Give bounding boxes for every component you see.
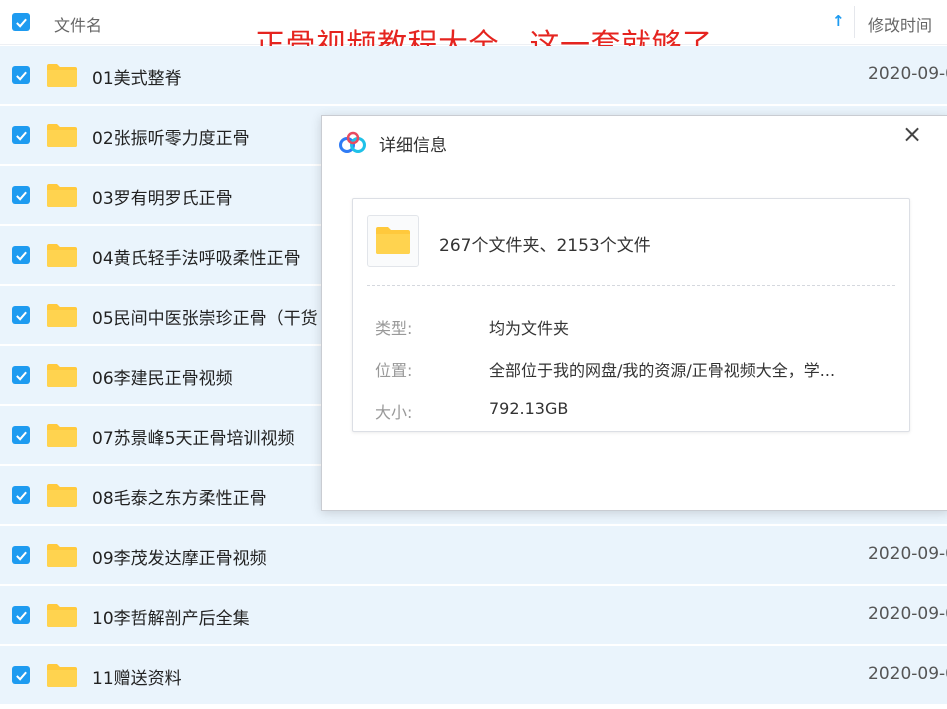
sort-ascending-icon[interactable]: ↑ [832,12,845,30]
check-icon [15,431,27,441]
row-checkbox[interactable] [12,366,30,384]
folder-icon [47,364,77,387]
folder-icon [47,544,77,567]
dashed-divider [367,285,895,286]
file-name[interactable]: 09李茂发达摩正骨视频 [92,544,267,569]
file-row[interactable]: 11赠送资料 2020-09-0 [0,646,947,706]
modified-date: 2020-09-0 [868,64,947,84]
file-name[interactable]: 06李建民正骨视频 [92,364,233,389]
file-name[interactable]: 05民间中医张崇珍正骨（干货 [92,304,318,329]
modified-date: 2020-09-0 [868,604,947,624]
row-checkbox[interactable] [12,126,30,144]
file-row[interactable]: 09李茂发达摩正骨视频 2020-09-0 [0,526,947,586]
location-value[interactable]: 全部位于我的网盘/我的资源/正骨视频大全，学... [489,357,835,381]
details-dialog: 详细信息 × 267个文件夹、2153个文件 类型: 均为文件夹 位置: 全部位… [321,115,947,511]
file-name[interactable]: 03罗有明罗氏正骨 [92,184,233,209]
check-icon [15,491,27,501]
modified-date: 2020-09-0 [868,664,947,684]
folder-icon [47,64,77,87]
file-row[interactable]: 01美式整脊 2020-09-0 [0,46,947,106]
folder-icon [376,227,410,254]
folder-icon [47,304,77,327]
file-name[interactable]: 04黄氏轻手法呼吸柔性正骨 [92,244,301,269]
check-icon [15,251,27,261]
row-checkbox[interactable] [12,606,30,624]
file-name[interactable]: 01美式整脊 [92,64,182,89]
baidu-netdisk-logo-icon [339,131,366,153]
location-label: 位置: [375,361,413,380]
type-label: 类型: [375,319,413,338]
column-header-modified[interactable]: 修改时间 [868,12,932,36]
folder-icon [47,664,77,687]
close-icon[interactable]: × [902,120,922,148]
file-name[interactable]: 08毛泰之东方柔性正骨 [92,484,267,509]
row-checkbox[interactable] [12,306,30,324]
file-name[interactable]: 11赠送资料 [92,664,182,689]
row-checkbox[interactable] [12,246,30,264]
column-divider [854,6,855,38]
size-label: 大小: [375,403,413,422]
size-value: 792.13GB [489,399,569,418]
folder-icon [47,484,77,507]
file-row[interactable]: 10李哲解剖产后全集 2020-09-0 [0,586,947,646]
folder-thumbnail [367,215,419,267]
check-icon [15,671,27,681]
details-card: 267个文件夹、2153个文件 类型: 均为文件夹 位置: 全部位于我的网盘/我… [352,198,910,432]
details-summary: 267个文件夹、2153个文件 [439,236,651,256]
folder-icon [47,244,77,267]
row-checkbox[interactable] [12,426,30,444]
check-icon [15,131,27,141]
dialog-title: 详细信息 [379,136,447,156]
row-checkbox[interactable] [12,66,30,84]
row-checkbox[interactable] [12,486,30,504]
row-checkbox[interactable] [12,546,30,564]
modified-date: 2020-09-0 [868,544,947,564]
check-icon [15,311,27,321]
check-icon [15,18,27,28]
row-checkbox[interactable] [12,186,30,204]
folder-icon [47,124,77,147]
check-icon [15,71,27,81]
select-all-checkbox[interactable] [12,13,30,31]
check-icon [15,191,27,201]
row-checkbox[interactable] [12,666,30,684]
file-name[interactable]: 07苏景峰5天正骨培训视频 [92,424,294,449]
file-name[interactable]: 02张振听零力度正骨 [92,124,250,149]
check-icon [15,611,27,621]
check-icon [15,371,27,381]
folder-icon [47,184,77,207]
file-name[interactable]: 10李哲解剖产后全集 [92,604,250,629]
folder-icon [47,424,77,447]
type-value: 均为文件夹 [489,319,570,338]
column-header-filename[interactable]: 文件名 [54,12,102,36]
folder-icon [47,604,77,627]
check-icon [15,551,27,561]
